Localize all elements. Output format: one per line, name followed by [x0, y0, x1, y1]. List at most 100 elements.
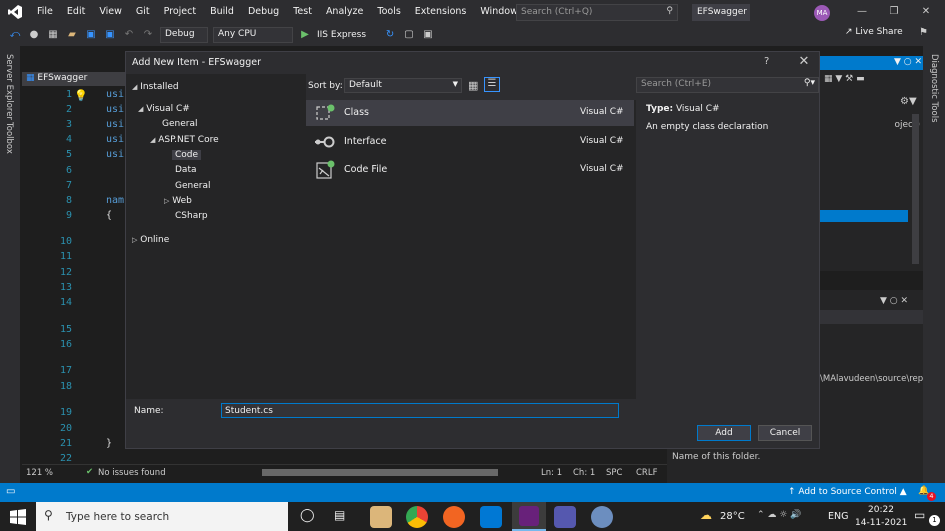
save-all-icon[interactable]: ▣ [103, 28, 117, 42]
menu-build[interactable]: Build [203, 0, 241, 24]
menu-view[interactable]: View [92, 0, 129, 24]
visual-studio-taskbar-icon[interactable] [512, 502, 546, 531]
teams-icon[interactable] [554, 506, 576, 528]
clock-date[interactable]: 14-11-2021 [855, 518, 907, 528]
tray-icons[interactable]: ⌃ ☁ ☼ 🔊 [757, 510, 801, 520]
code-using[interactable]: usi [106, 134, 124, 145]
forward-icon[interactable]: ● [27, 28, 41, 42]
app-icon[interactable] [591, 506, 613, 528]
line-ending-indicator[interactable]: CRLF [636, 468, 657, 478]
help-button[interactable]: ? [764, 56, 769, 67]
file-explorer-icon[interactable] [370, 506, 392, 528]
panel-controls-icon[interactable]: ▼ ○ ✕ [880, 296, 908, 306]
menu-extensions[interactable]: Extensions [408, 0, 474, 24]
add-button[interactable]: Add [697, 425, 751, 441]
clock-time[interactable]: 20:22 [868, 505, 894, 515]
list-item-interface[interactable]: Interface Visual C# [306, 129, 634, 155]
code-namespace[interactable]: nam [106, 195, 124, 206]
lightbulb-icon[interactable]: 💡 [74, 89, 88, 102]
menu-test[interactable]: Test [286, 0, 319, 24]
grid-view-icon[interactable]: ▦ [468, 79, 478, 92]
pin-icon[interactable]: ▼ ○ ✕ [894, 57, 922, 67]
vertical-scrollbar[interactable] [912, 114, 919, 264]
tree-item-csharp[interactable]: CSharp [175, 211, 208, 221]
code-using[interactable]: usi [106, 104, 124, 115]
close-icon[interactable]: ✕ [796, 54, 812, 69]
live-share-button[interactable]: ↗ Live Share [845, 27, 903, 37]
whitespace-indicator[interactable]: SPC [606, 468, 622, 478]
template-search-input[interactable]: Search (Ctrl+E) ⚲▾ [636, 77, 819, 93]
feedback-icon[interactable]: ⚑ [919, 27, 928, 38]
list-view-icon[interactable]: ☰ [484, 77, 500, 92]
diagnostic-tools-tab[interactable]: Diagnostic Tools [929, 54, 939, 123]
code-using[interactable]: usi [106, 89, 124, 100]
undo-icon[interactable]: ↶ [122, 28, 136, 42]
tree-item-code[interactable]: Code [172, 150, 202, 160]
tree-item-visual-csharp[interactable]: ◢ Visual C# [138, 104, 190, 114]
code-brace[interactable]: } [106, 438, 112, 449]
cancel-button[interactable]: Cancel [758, 425, 812, 441]
sort-by-select[interactable]: Default ▼ [344, 78, 462, 93]
avatar[interactable]: MA [814, 5, 830, 21]
tree-item-online[interactable]: ▷ Online [132, 235, 169, 245]
windows-start-icon[interactable] [10, 509, 26, 528]
tree-label: Installed [140, 82, 179, 92]
panel-toolbar-icons[interactable]: ▦ ▼ ⚒ ▬ [824, 74, 865, 84]
refresh-icon[interactable]: ↻ [383, 28, 397, 42]
tree-item-web[interactable]: ▷ Web [164, 196, 192, 206]
taskbar-search[interactable]: ⚲ Type here to search [36, 502, 288, 531]
horizontal-scrollbar[interactable] [262, 469, 498, 476]
editor-tab[interactable]: ▦ EFSwagger [22, 72, 126, 86]
weather-temp[interactable]: 28°C [720, 511, 745, 522]
code-using[interactable]: usi [106, 119, 124, 130]
task-view-icon[interactable]: ▤ [334, 508, 345, 522]
code-brace[interactable]: { [106, 210, 112, 221]
close-icon[interactable]: ✕ [910, 0, 942, 24]
file-name-input[interactable] [221, 403, 619, 418]
redo-icon[interactable]: ↷ [141, 28, 155, 42]
menu-edit[interactable]: Edit [60, 0, 92, 24]
toolbox-tab[interactable]: Toolbox [4, 122, 14, 154]
run-target-button[interactable]: IIS Express [317, 30, 366, 40]
list-item-class[interactable]: Class Visual C# [306, 100, 634, 126]
maximize-icon[interactable]: ❐ [878, 0, 910, 24]
issues-status[interactable]: No issues found [98, 468, 166, 478]
tree-item-general-2[interactable]: General [175, 181, 210, 191]
save-icon[interactable]: ▣ [84, 28, 98, 42]
tree-item-general[interactable]: General [162, 119, 197, 129]
menu-project[interactable]: Project [157, 0, 204, 24]
menu-file[interactable]: File [30, 0, 60, 24]
menu-tools[interactable]: Tools [370, 0, 407, 24]
camera-icon[interactable]: ▣ [421, 28, 435, 42]
input-language[interactable]: ENG [828, 511, 848, 522]
tree-item-data[interactable]: Data [175, 165, 197, 175]
add-to-source-control-button[interactable]: ↑ Add to Source Control ▲ [788, 487, 907, 497]
menu-analyze[interactable]: Analyze [319, 0, 370, 24]
chrome-icon[interactable] [406, 506, 428, 528]
action-center-icon[interactable]: ▭ [914, 508, 925, 522]
postman-icon[interactable] [443, 506, 465, 528]
search-input[interactable]: Search (Ctrl+Q) ⚲ [516, 4, 678, 21]
vscode-icon[interactable] [480, 506, 502, 528]
run-icon[interactable]: ▶ [298, 28, 312, 42]
browser-icon[interactable]: ▢ [402, 28, 416, 42]
menu-git[interactable]: Git [129, 0, 157, 24]
list-item-code-file[interactable]: Code File Visual C# [306, 157, 634, 183]
minimize-icon[interactable]: — [846, 0, 878, 24]
zoom-level[interactable]: 121 % [26, 468, 53, 478]
notification-icon[interactable]: ▭ [6, 486, 15, 497]
open-folder-icon[interactable]: ▰ [65, 28, 79, 42]
properties-combo[interactable] [820, 310, 923, 324]
cortana-icon[interactable]: ◯ [300, 508, 315, 523]
back-icon[interactable]: ⤺ [8, 28, 22, 42]
platform-select[interactable]: Any CPU [213, 27, 293, 43]
configuration-select[interactable]: Debug [160, 27, 208, 43]
server-explorer-tab[interactable]: Server Explorer [4, 54, 14, 120]
menu-debug[interactable]: Debug [241, 0, 286, 24]
settings-icon[interactable]: ⚙▼ [900, 96, 917, 107]
tree-item-installed[interactable]: ◢ Installed [132, 82, 179, 92]
code-using[interactable]: usi [106, 149, 124, 160]
new-project-icon[interactable]: ▦ [46, 28, 60, 42]
tree-item-aspnet-core[interactable]: ◢ ASP.NET Core [150, 135, 219, 145]
selected-row[interactable] [820, 210, 908, 222]
